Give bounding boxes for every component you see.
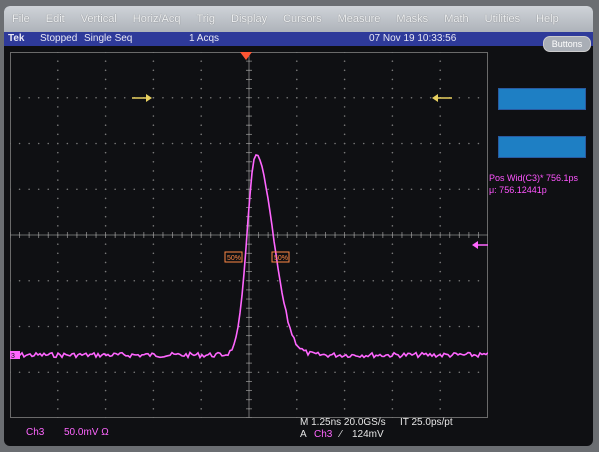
svg-text:50%: 50% [274,255,288,262]
trigger-channel[interactable]: Ch3 [314,429,332,440]
trigger-level-arrow-icon [472,241,488,249]
acq-count: 1 Acqs [189,33,220,44]
channel-scale[interactable]: 50.0mV Ω [64,427,109,438]
menu-math[interactable]: Math [436,13,476,25]
interval-readout: IT 25.0ps/pt [400,417,453,428]
menu-edit[interactable]: Edit [38,13,73,25]
menu-measure[interactable]: Measure [330,13,389,25]
menu-trig[interactable]: Trig [188,13,223,25]
channel-ref-number: 3 [11,353,15,360]
acq-state: Stopped [40,33,78,44]
date-time: 07 Nov 19 10:33:56 [369,33,457,44]
trigger-position-marker-icon [240,52,252,60]
trigger-prefix: A [300,429,307,440]
channel-ground-marker-icon: 3 [10,351,20,360]
waveform-graticule: 3 50% 50% [10,52,488,418]
readout-slot-2[interactable] [498,136,586,158]
measurement-pos-width: Pos Wid(C3)* 756.1ps [489,173,579,183]
measurement-mean: μ: 756.12441p [489,185,547,195]
side-panel: Pos Wid(C3)* 756.1ps μ: 756.12441p [488,52,593,418]
status-bar: Tek Stopped Single Seq 1 Acqs 07 Nov 19 … [4,32,593,46]
trigger-level[interactable]: 124mV [352,429,384,440]
trigger-slope-icon: ⁄ [340,429,342,440]
menu-vertical[interactable]: Vertical [73,13,125,25]
cursor-arrow-left-icon [132,94,152,102]
menu-display[interactable]: Display [223,13,275,25]
menu-help[interactable]: Help [528,13,567,25]
tek-logo: Tek [8,33,25,44]
menu-cursors[interactable]: Cursors [275,13,330,25]
menu-file[interactable]: File [4,13,38,25]
menu-utilities[interactable]: Utilities [477,13,528,25]
pct-marker-right: 50% [271,251,290,263]
menu-masks[interactable]: Masks [388,13,436,25]
menu-horiz-acq[interactable]: Horiz/Acq [125,13,189,25]
timebase-readout[interactable]: M 1.25ns 20.0GS/s [300,417,386,428]
buttons-toggle-button[interactable]: Buttons [543,36,591,52]
acq-mode: Single Seq [84,33,133,44]
channel-label[interactable]: Ch3 [26,427,44,438]
cursor-arrow-right-icon [432,94,452,102]
graticule-grid [10,52,488,418]
svg-text:50%: 50% [227,255,241,262]
readout-slot-1[interactable] [498,88,586,110]
pct-marker-left: 50% [224,251,243,263]
menu-bar: File Edit Vertical Horiz/Acq Trig Displa… [4,6,593,32]
oscilloscope-screen: File Edit Vertical Horiz/Acq Trig Displa… [4,6,593,446]
